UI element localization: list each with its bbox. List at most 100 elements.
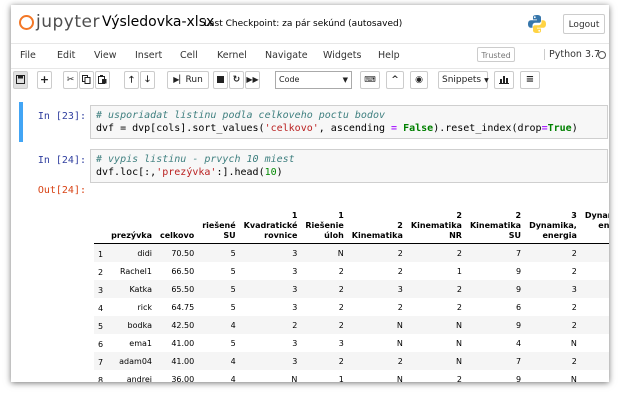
table-row: 4rick64.7553222622 (94, 298, 609, 316)
table-cell: 2 (571, 320, 577, 330)
snippets-menu[interactable]: Snippets ▼ (438, 71, 489, 89)
code-input[interactable]: # usporiadat listinu podla celkoveho poc… (90, 105, 608, 139)
table-cell: 7 (515, 248, 522, 258)
table-row: 3Katka65.5053232932 (94, 280, 609, 298)
save-button[interactable] (13, 71, 28, 89)
table-row: 8andrej36.004N1N29NN (94, 370, 609, 383)
table-cell: 4 (230, 356, 236, 366)
keyboard-icon: ⌨ (364, 75, 376, 84)
table-cell: 64.75 (171, 302, 195, 312)
copy-icon (82, 75, 91, 84)
kernel-name: Python 3.7 (544, 49, 600, 60)
code-string: 'celkovo' (264, 123, 319, 134)
row-index: 6 (98, 340, 104, 349)
toggle-visibility-button[interactable]: ◉ (410, 71, 428, 89)
code-comment: # vypis listinu - prvych 10 miest (96, 154, 295, 165)
table-cell: 6 (515, 302, 522, 312)
table-cell: 2 (338, 356, 344, 366)
table-cell: andrej (126, 374, 152, 383)
table-header-cell: 3Dynamika,energiaNR (584, 211, 609, 230)
table-cell: 2 (581, 334, 609, 352)
table-cell: 2 (581, 262, 609, 280)
code-keyword: True (547, 123, 572, 134)
table-of-contents-button[interactable]: ≡ (520, 71, 540, 89)
notebook-title[interactable]: Výsledovka-xlsx (102, 14, 214, 30)
table-cell: N (581, 352, 609, 370)
restart-button[interactable]: ↻ (229, 71, 244, 89)
jupyter-logo[interactable]: jupyter (19, 12, 100, 32)
restart-run-all-button[interactable]: ▶▶ (245, 71, 260, 89)
dropdown-arrow-icon: ▼ (342, 76, 348, 84)
table-cell: N (455, 338, 462, 348)
chart-button[interactable] (494, 71, 514, 89)
code-input[interactable]: # vypis listinu - prvych 10 miest dvf.lo… (90, 149, 608, 183)
code-operator: = (391, 123, 398, 134)
table-cell: 2 (571, 248, 577, 258)
menu-widgets[interactable]: Widgets (323, 50, 361, 61)
table-cell: N (455, 320, 462, 330)
code-cell[interactable]: In [24]: # vypis listinu - prvych 10 mie… (16, 147, 609, 382)
cut-button[interactable]: ✂ (63, 71, 78, 89)
command-palette-button[interactable]: ⌨ (360, 71, 380, 89)
logout-button[interactable]: Logout (563, 14, 605, 34)
table-cell: 2 (456, 374, 462, 383)
menu-help[interactable]: Help (378, 50, 400, 61)
snippets-label: Snippets (442, 75, 482, 85)
list-icon: ≡ (525, 74, 535, 85)
table-header-cell: 1 Kvadratické rovnice (243, 211, 298, 240)
interrupt-button[interactable] (213, 71, 228, 89)
collapse-button[interactable]: ^ (386, 71, 404, 89)
paste-button[interactable] (95, 71, 110, 89)
notebook-window: jupyter Výsledovka-xlsx Last Checkpoint:… (11, 5, 609, 382)
table-cell: 2 (338, 266, 344, 276)
run-label: Run (185, 75, 203, 85)
row-index: 4 (98, 304, 104, 313)
row-index: 5 (98, 322, 104, 331)
copy-button[interactable] (79, 71, 94, 89)
step-forward-icon: ▶▏ (173, 75, 186, 84)
code-text: , ascending (318, 123, 392, 134)
move-up-button[interactable]: 🡑 (124, 71, 139, 89)
menu-insert[interactable]: Insert (135, 50, 162, 61)
table-cell: 3 (292, 284, 298, 294)
table-header-cell: 3 Dynamika, energia (529, 211, 577, 240)
code-number: 10 (264, 167, 277, 178)
table-cell: 4 (230, 320, 236, 330)
menu-cell[interactable]: Cell (180, 50, 198, 61)
move-down-button[interactable]: 🡓 (140, 71, 155, 89)
toolbar: + ✂ 🡑 🡓 ▶▏Run ↻ ▶▶ Code ▼ ⌨ ^ ◉ Snippets ▼… (11, 67, 609, 94)
plus-icon: + (39, 73, 50, 86)
code-comment: # usporiadat listinu podla celkoveho poc… (96, 110, 385, 121)
table-cell: 4 (230, 374, 236, 383)
table-cell: 2 (571, 356, 577, 366)
table-cell: 36.00 (171, 374, 195, 383)
table-cell: 2 (397, 356, 403, 366)
eye-icon: ◉ (415, 75, 423, 85)
insert-cell-button[interactable]: + (37, 71, 52, 89)
table-cell: 9 (515, 374, 522, 383)
table-cell: 2 (581, 298, 609, 316)
table-cell: bodka (127, 320, 152, 330)
table-header-cell: prezývka (111, 231, 152, 240)
table-cell: 1 (338, 374, 344, 383)
table-cell: 2 (338, 320, 344, 330)
menu-file[interactable]: File (20, 50, 36, 61)
table-cell: 66.50 (171, 266, 195, 276)
dataframe-table: prezývka celkovo riešené SU 1 Kvadratické r… (94, 199, 609, 382)
trusted-indicator[interactable]: Trusted (477, 47, 515, 62)
menu-kernel[interactable]: Kernel (217, 50, 247, 61)
run-button[interactable]: ▶▏Run (167, 71, 209, 89)
refresh-icon: ↻ (232, 75, 241, 85)
arrow-up-icon: 🡑 (129, 75, 134, 85)
cell-type-select[interactable]: Code ▼ (275, 71, 352, 89)
menu-navigate[interactable]: Navigate (265, 50, 308, 61)
logo-text: jupyter (36, 12, 100, 32)
code-text: :].head( (216, 167, 265, 178)
table-cell: 2 (397, 302, 403, 312)
menu-edit[interactable]: Edit (57, 50, 75, 61)
table-cell: 3 (292, 338, 298, 348)
table-cell: 3 (292, 356, 298, 366)
menu-view[interactable]: View (94, 50, 117, 61)
table-cell: 2 (571, 302, 577, 312)
code-cell[interactable]: In [23]: # usporiadat listinu podla celk… (16, 102, 609, 142)
